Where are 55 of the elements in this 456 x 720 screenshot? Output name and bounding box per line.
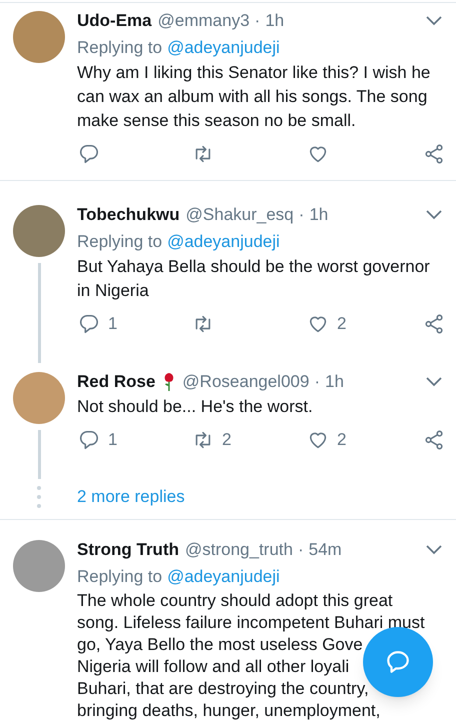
mention-link[interactable]: @adeyanjudeji — [167, 564, 280, 590]
separator-dot: · — [314, 371, 320, 394]
avatar-photo-placeholder[interactable] — [13, 205, 65, 257]
mention-link[interactable]: @adeyanjudeji — [167, 228, 280, 254]
user-name: Tobechukwu — [77, 204, 180, 226]
more-replies-link[interactable]: 2 more replies — [77, 484, 185, 510]
user-name: Udo-Ema — [77, 10, 152, 32]
share-icon — [423, 429, 445, 451]
replying-to-text: Replying to @adeyanjudeji — [77, 34, 445, 61]
reply-icon — [78, 429, 100, 451]
reply-button[interactable]: 1 — [78, 427, 192, 453]
user-handle: @strong_truth — [184, 539, 293, 562]
tweet-text-line: go, Yaya Bello the most useless Gove — [77, 634, 363, 656]
tweet-text: But Yahaya Bella should be the worst governor in Nigeria — [77, 256, 431, 302]
separator-dot: · — [298, 539, 304, 562]
avatar-photo-placeholder[interactable] — [13, 540, 65, 592]
heart-button[interactable]: 2 — [307, 427, 421, 453]
mention-link[interactable]: @adeyanjudeji — [167, 34, 280, 60]
replying-to-text: Replying to @adeyanjudeji — [77, 228, 445, 255]
avatar-photo-placeholder[interactable] — [13, 372, 65, 424]
chevron-down-icon — [425, 210, 443, 220]
share-icon — [423, 143, 445, 165]
tweet-text-line: song. Lifeless failure incompetent Buhari must — [77, 612, 425, 634]
user-handle: @emmany3 — [158, 10, 250, 32]
user-name: Red Rose — [77, 371, 156, 394]
avatar-photo-placeholder[interactable] — [13, 11, 65, 63]
timestamp: 1h — [265, 10, 284, 32]
tweet-text: Why am I liking this Senator like this? I wish he can wax an album with all his songs. The song make sense this season no be small. — [77, 62, 432, 132]
tweet-text-line: The whole country should adopt this great — [77, 590, 393, 612]
share-icon — [423, 313, 445, 335]
share-button[interactable] — [423, 429, 445, 451]
timestamp: 1h — [325, 371, 344, 394]
reply-icon — [78, 313, 100, 335]
separator-dot: · — [254, 10, 260, 32]
share-button[interactable] — [423, 313, 445, 335]
chevron-down-icon — [425, 377, 443, 387]
reply-icon — [78, 143, 100, 165]
user-handle: @Roseangel009 — [182, 371, 310, 394]
speech-bubble-icon — [385, 649, 411, 675]
retweet-button[interactable]: 2 — [192, 427, 307, 453]
tweet-text-line: Buhari, that are destroying the country, — [77, 678, 369, 700]
tweet-text: Not should be... He's the worst. — [77, 396, 314, 418]
share-button[interactable] — [423, 143, 445, 165]
user-handle: @Shakur_esq — [186, 204, 294, 226]
reply-button[interactable]: 1 — [78, 311, 192, 337]
tweet-text-line: bringing deaths, hunger, unemployment, — [77, 700, 380, 720]
replying-to-text: Replying to @adeyanjudeji — [77, 563, 445, 590]
user-name: Strong Truth — [77, 539, 179, 562]
tweet-text-line: Nigeria will follow and all other loyali — [77, 656, 350, 678]
separator-dot: · — [298, 204, 304, 226]
timestamp: 1h — [309, 204, 328, 226]
timestamp: 54m — [308, 539, 342, 562]
heart-button[interactable]: 2 — [307, 311, 421, 337]
chevron-down-icon — [425, 545, 443, 555]
chevron-down-icon — [425, 16, 443, 26]
